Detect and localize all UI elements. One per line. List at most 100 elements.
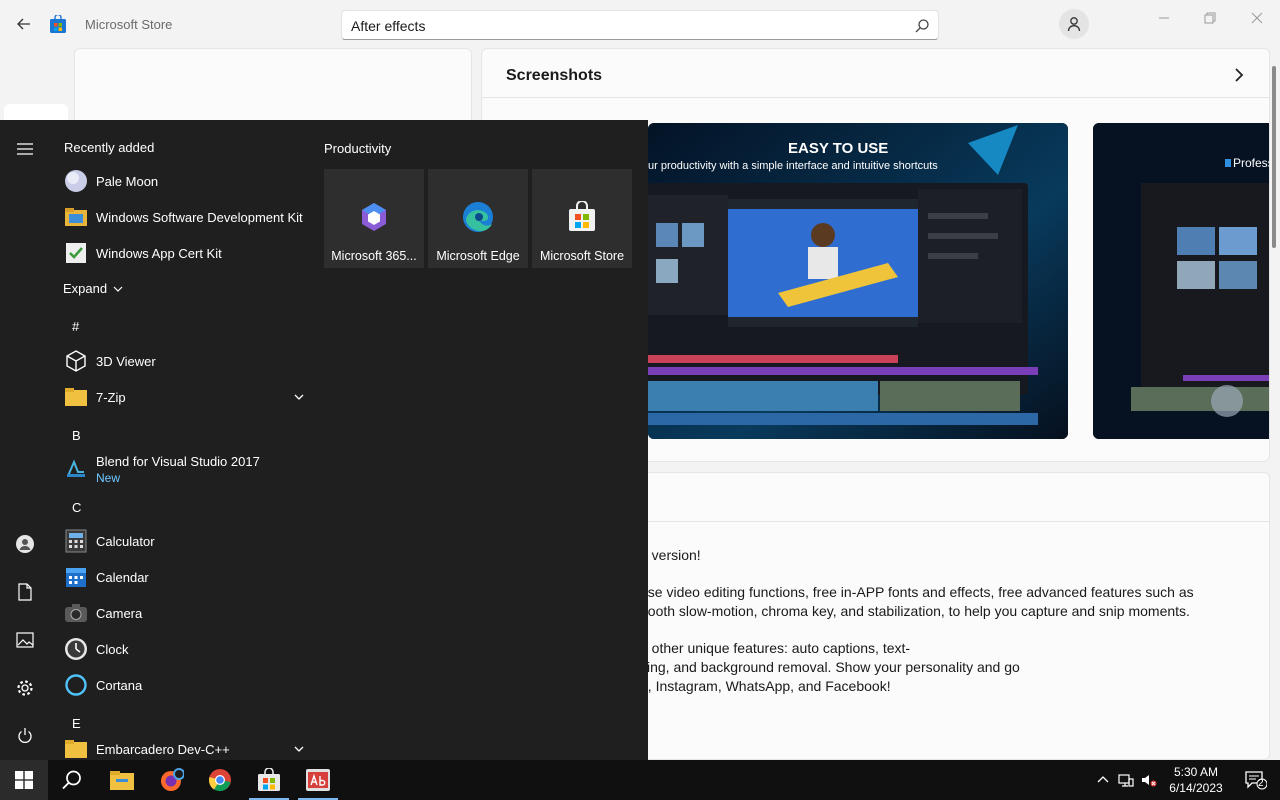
folder-installer-icon	[64, 205, 88, 229]
group-letter-c[interactable]: C	[72, 500, 81, 515]
app-item-pale-moon[interactable]: Pale Moon	[56, 163, 306, 199]
tile-microsoft-365[interactable]: Microsoft 365...	[324, 169, 424, 268]
taskbar: 5:30 AM 6/14/2023 2	[0, 760, 1280, 800]
store-icon	[258, 768, 280, 791]
taskbar-firefox[interactable]	[148, 760, 196, 800]
tile-label: Microsoft 365...	[331, 249, 417, 263]
taskbar-abiword[interactable]	[294, 760, 342, 800]
minimize-button[interactable]	[1150, 8, 1178, 28]
screenshot-thumbnail[interactable]: EASY TO USE ur productivity with a simpl…	[648, 123, 1068, 439]
clock-date: 6/14/2023	[1169, 781, 1223, 795]
back-button[interactable]	[10, 12, 38, 36]
description-text: h other unique features: auto captions, …	[640, 640, 911, 656]
taskbar-chrome[interactable]	[196, 760, 244, 800]
taskbar-microsoft-store[interactable]	[245, 760, 293, 800]
start-menu-expand-button[interactable]	[12, 136, 38, 162]
clock-time: 5:30 AM	[1173, 765, 1219, 779]
tile-microsoft-edge[interactable]: Microsoft Edge	[428, 169, 528, 268]
app-item-blend[interactable]: Blend for Visual Studio 2017 New	[56, 448, 306, 488]
screenshot-heading: EASY TO USE	[788, 140, 888, 157]
chrome-icon	[208, 769, 231, 792]
description-text: e, Instagram, WhatsApp, and Facebook!	[640, 678, 891, 694]
expand-button[interactable]: Expand	[63, 281, 124, 296]
editor-preview-image: Profess	[1093, 123, 1269, 439]
app-item-windows-sdk[interactable]: Windows Software Development Kit	[56, 199, 306, 235]
app-item-3d-viewer[interactable]: 3D Viewer	[56, 343, 306, 379]
tile-label: Microsoft Store	[539, 249, 625, 263]
app-item-label: Camera	[96, 605, 143, 621]
new-badge: New	[96, 471, 121, 485]
app-item-label: Pale Moon	[96, 173, 159, 189]
account-button[interactable]	[1059, 9, 1089, 39]
document-icon	[18, 583, 32, 601]
screenshots-title: Screenshots	[506, 67, 603, 84]
restore-button[interactable]	[1196, 8, 1224, 28]
screenshot-thumbnail[interactable]: Profess	[1093, 123, 1269, 439]
back-arrow-icon	[17, 18, 30, 30]
app-item-camera[interactable]: Camera	[56, 595, 306, 631]
app-item-label: Clock	[96, 641, 129, 657]
network-icon[interactable]	[1118, 772, 1134, 788]
chevron-up-icon[interactable]	[1095, 772, 1111, 788]
tile-microsoft-store[interactable]: Microsoft Store	[532, 169, 632, 268]
person-icon	[1067, 17, 1081, 32]
app-item-embarcadero[interactable]: Embarcadero Dev-C++	[56, 731, 306, 760]
pictures-button[interactable]	[12, 627, 38, 653]
app-item-windows-app-cert-kit[interactable]: Windows App Cert Kit	[56, 235, 306, 271]
group-letter-e[interactable]: E	[72, 716, 81, 731]
power-icon	[18, 728, 32, 743]
app-item-calendar[interactable]: Calendar	[56, 559, 306, 595]
system-clock[interactable]: 5:30 AM 6/14/2023	[1166, 764, 1226, 796]
group-letter-b[interactable]: B	[72, 428, 81, 443]
app-item-label: Calculator	[96, 533, 155, 549]
search-icon[interactable]	[914, 18, 930, 34]
screenshot-subheading: ur productivity with a simple interface …	[648, 160, 938, 172]
productivity-header: Productivity	[324, 141, 392, 156]
volume-muted-icon[interactable]	[1141, 772, 1157, 788]
tile-label: Microsoft Edge	[436, 249, 520, 263]
file-explorer-icon	[110, 771, 134, 790]
chevron-right-icon[interactable]	[1229, 65, 1249, 85]
user-icon	[16, 535, 34, 553]
blend-icon	[64, 456, 88, 480]
action-center-button[interactable]: 2	[1232, 760, 1280, 800]
search-input[interactable]	[351, 16, 911, 36]
chevron-down-icon[interactable]	[292, 390, 306, 404]
description-text: king, and background removal. Show your …	[640, 659, 1020, 675]
description-text: nooth slow-motion, chroma key, and stabi…	[640, 603, 1190, 619]
app-item-calculator[interactable]: Calculator	[56, 523, 306, 559]
scrollbar[interactable]	[1272, 66, 1276, 248]
hamburger-icon	[17, 143, 33, 155]
search-icon	[62, 770, 81, 790]
start-menu: Recently added Pale Moon Windows Softwar…	[0, 120, 648, 760]
documents-button[interactable]	[12, 579, 38, 605]
chevron-down-icon	[113, 286, 123, 292]
app-item-cortana[interactable]: Cortana	[56, 667, 306, 703]
group-letter-hash[interactable]: #	[72, 319, 79, 334]
expand-label: Expand	[63, 281, 108, 296]
start-button[interactable]	[0, 760, 48, 800]
user-account-button[interactable]	[12, 531, 38, 557]
recently-added-header: Recently added	[64, 140, 155, 155]
abiword-icon	[306, 769, 330, 791]
store-logo-icon	[50, 15, 66, 33]
title-bar: Microsoft Store	[0, 0, 1280, 48]
restore-icon	[1204, 12, 1216, 24]
close-icon	[1251, 12, 1263, 24]
chevron-down-icon[interactable]	[292, 742, 306, 756]
power-button[interactable]	[12, 723, 38, 749]
app-item-7-zip[interactable]: 7-Zip	[56, 379, 306, 415]
app-item-label: Windows Software Development Kit	[96, 209, 303, 225]
editor-preview-image: EASY TO USE ur productivity with a simpl…	[648, 123, 1068, 439]
taskbar-file-explorer[interactable]	[98, 760, 146, 800]
app-item-clock[interactable]: Clock	[56, 631, 306, 667]
calculator-icon	[64, 529, 88, 553]
settings-button[interactable]	[12, 675, 38, 701]
search-box[interactable]	[341, 10, 939, 40]
app-item-label: Embarcadero Dev-C++	[96, 741, 230, 757]
folder-icon	[64, 385, 88, 409]
taskbar-search-button[interactable]	[48, 760, 96, 800]
certificate-icon	[64, 241, 88, 265]
pale-moon-icon	[64, 169, 88, 193]
close-button[interactable]	[1243, 8, 1271, 28]
